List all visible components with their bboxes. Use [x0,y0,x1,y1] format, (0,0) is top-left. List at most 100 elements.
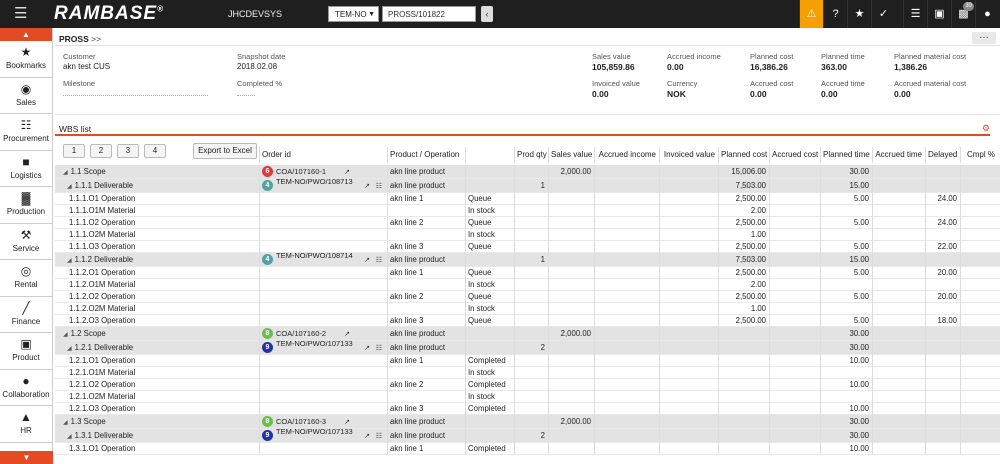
table-row[interactable]: 1.1.1.O2M Material In stock 1.00 [55,229,1000,241]
level-1-button[interactable]: 1 [63,144,85,158]
table-row[interactable]: 1.1.2.O2M Material In stock 1.00 [55,303,1000,315]
sidebar-item-sales[interactable]: ◉ Sales [0,78,52,114]
column-header[interactable]: Invoiced value [659,147,717,163]
column-header[interactable]: Accrued cost [769,147,819,163]
table-row[interactable]: 1.1.1.O2 Operation akn line 2 Queue 2,500.0… [55,217,1000,229]
table-row[interactable]: ◢ 1.1.1 Deliverable 4 TEM-NO/PWO/108713 ↗ ☷ ak… [55,179,1000,193]
sidebar-item-logistics[interactable]: ■ Logistics [0,151,52,187]
column-header[interactable]: Planned time [820,147,871,163]
planned-time-cell: 10.00 [820,379,871,391]
table-row[interactable]: 1.2.1.O3 Operation akn line 3 Completed 10.… [55,403,1000,415]
table-row[interactable]: ◢ 1.2 Scope 8 COA/107160-2 ↗ akn line product… [55,327,1000,341]
collapse-icon[interactable]: ◢ [63,170,68,176]
level-2-button[interactable]: 2 [90,144,112,158]
collapse-icon[interactable]: ◢ [67,258,72,264]
table-row[interactable]: ◢ 1.3.1 Deliverable 9 TEM-NO/PWO/107133 ↗ ☷ ak… [55,429,1000,443]
sidebar-item-product[interactable]: ▣ Product [0,333,52,370]
open-link-icon[interactable]: ↗ [364,342,370,355]
breadcrumb[interactable]: PROSS >> [59,34,101,44]
qty-cell [514,391,547,403]
sidebar-item-bookmarks[interactable]: ★ Bookmarks [0,41,52,78]
order-link[interactable]: TEM-NO/PWO/107133 [276,341,354,353]
logo[interactable]: RAMBASE® [54,3,164,25]
collapse-icon[interactable]: ◢ [67,434,72,440]
calendar-icon[interactable]: ▣ [927,0,951,28]
table-row[interactable]: 1.2.1.O1 Operation akn line 1 Completed 10.… [55,355,1000,367]
column-header[interactable]: Product / Operation [387,147,464,163]
accrued-time-cell [872,403,924,415]
scroll-up-button[interactable]: ▲ [0,28,52,41]
table-row[interactable]: 1.1.2.O1 Operation akn line 1 Queue 2,500.0… [55,267,1000,279]
column-header[interactable]: Prod qty [514,147,547,163]
sidebar-item-production[interactable]: ▓ Production [0,187,52,224]
sidebar-item-rental[interactable]: ◎ Rental [0,260,52,297]
column-header[interactable]: Planned cost [718,147,768,163]
order-link[interactable]: COA/107160-3 [276,417,326,426]
column-header[interactable]: Order id [259,147,386,163]
truck-icon[interactable]: ☷ [376,342,382,355]
product-cell: akn line 3 [387,403,464,415]
tag-icon[interactable]: ✓ [871,0,895,28]
table-row[interactable]: 1.2.1.O1M Material In stock [55,367,1000,379]
sidebar-item-finance[interactable]: ╱ Finance [0,297,52,333]
column-header[interactable]: Cmpl % [960,147,997,163]
gear-icon[interactable]: ⚙ [982,123,990,134]
open-link-icon[interactable]: ↗ [344,166,350,179]
open-link-icon[interactable]: ↗ [364,254,370,267]
open-link-icon[interactable]: ↗ [364,180,370,193]
user-icon[interactable]: ● [975,0,999,28]
export-excel-button[interactable]: Export to Excel [193,143,257,159]
table-row[interactable]: 1.3.1.O1 Operation akn line 1 Completed 10.… [55,443,1000,455]
table-row[interactable]: 1.1.2.O3 Operation akn line 3 Queue 2,500.0… [55,315,1000,327]
column-header[interactable] [465,147,513,163]
inbox-icon[interactable]: ▩ 39 [951,0,975,28]
collapse-icon[interactable]: ◢ [63,420,68,426]
company-select[interactable]: TEM-NO ▼ [328,6,379,22]
table-row[interactable]: 1.1.1.O1 Operation akn line 1 Queue 2,500.0… [55,193,1000,205]
help-icon[interactable]: ? [823,0,847,28]
column-header[interactable]: Accrued income [594,147,658,163]
list-icon[interactable]: ☰ [903,0,927,28]
search-input[interactable]: PROSS/101822 [382,6,476,22]
table-row[interactable]: ◢ 1.2.1 Deliverable 9 TEM-NO/PWO/107133 ↗ ☷ ak… [55,341,1000,355]
warning-icon[interactable]: ⚠ [799,0,823,28]
table-row[interactable]: 1.1.1.O1M Material In stock 2.00 [55,205,1000,217]
menu-icon[interactable]: ☰ [14,6,30,22]
collapse-icon[interactable]: ◢ [67,184,72,190]
order-link[interactable]: TEM-NO/PWO/107133 [276,429,354,441]
order-link[interactable]: COA/107160-1 [276,167,326,176]
level-3-button[interactable]: 3 [117,144,139,158]
sidebar-item-hr[interactable]: ▲ HR [0,406,52,443]
planned-time-cell: 15.00 [820,253,871,267]
more-options-button[interactable]: … [972,31,996,44]
order-link[interactable]: COA/107160-2 [276,329,326,338]
table-row[interactable]: 1.1.2.O1M Material In stock 2.00 [55,279,1000,291]
truck-icon[interactable]: ☷ [376,430,382,443]
column-header[interactable]: Delayed [925,147,959,163]
order-link[interactable]: TEM-NO/PWO/108713 [276,179,354,191]
star-icon[interactable]: ★ [847,0,871,28]
column-header[interactable]: Sales value [548,147,593,163]
sidebar-item-service[interactable]: ⚒ Service [0,224,52,260]
open-link-icon[interactable]: ↗ [344,416,350,429]
collapse-icon[interactable]: ◢ [67,346,72,352]
open-link-icon[interactable]: ↗ [344,328,350,341]
sidebar-item-procurement[interactable]: ☷ Procurement [0,114,52,151]
open-link-icon[interactable]: ↗ [364,430,370,443]
table-row[interactable]: 1.2.1.O2 Operation akn line 2 Completed 10.… [55,379,1000,391]
back-button[interactable]: ‹ [481,6,493,22]
table-row[interactable]: 1.1.2.O2 Operation akn line 2 Queue 2,500.0… [55,291,1000,303]
table-row[interactable]: 1.1.1.O3 Operation akn line 3 Queue 2,500.0… [55,241,1000,253]
order-link[interactable]: TEM-NO/PWO/108714 [276,253,354,265]
truck-icon[interactable]: ☷ [376,254,382,267]
scroll-down-button[interactable]: ▼ [0,451,53,464]
truck-icon[interactable]: ☷ [376,180,382,193]
level-4-button[interactable]: 4 [144,144,166,158]
collapse-icon[interactable]: ◢ [63,332,68,338]
column-header[interactable]: Accrued time [872,147,924,163]
table-row[interactable]: ◢ 1.1.2 Deliverable 4 TEM-NO/PWO/108714 ↗ ☷ ak… [55,253,1000,267]
table-row[interactable]: ◢ 1.3 Scope 8 COA/107160-3 ↗ akn line product… [55,415,1000,429]
sidebar-item-collaboration[interactable]: ● Collaboration [0,370,52,406]
table-row[interactable]: ◢ 1.1 Scope 6 COA/107160-1 ↗ akn line product… [55,165,1000,179]
table-row[interactable]: 1.2.1.O2M Material In stock [55,391,1000,403]
